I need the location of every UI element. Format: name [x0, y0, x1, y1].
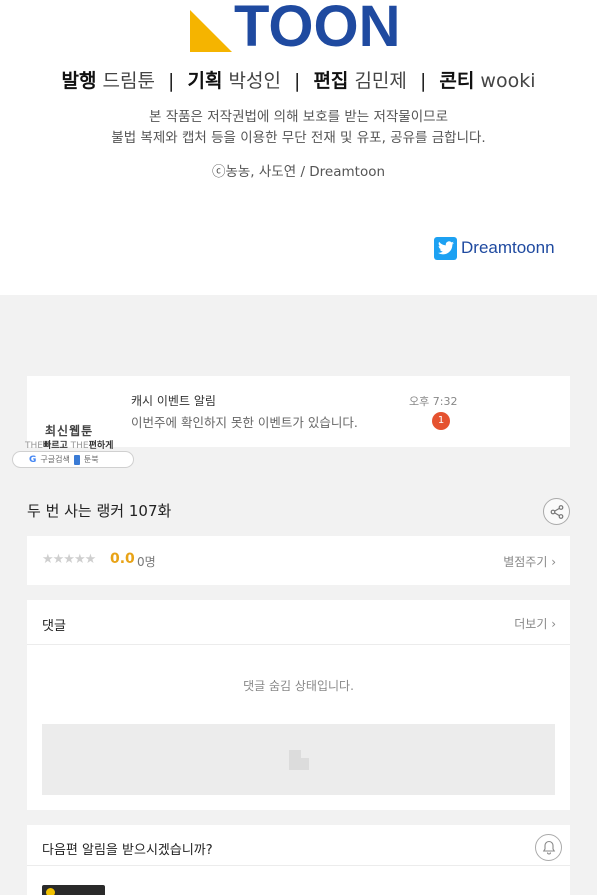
- logo-triangle-icon: [190, 10, 232, 52]
- brand-overlay: 최신웹툰 THE빠르고 THE편하게 G 구글검색 툰북: [12, 422, 134, 468]
- twitter-link[interactable]: Dreamtoonn: [434, 236, 555, 260]
- toonbook-label: 툰북: [83, 455, 99, 464]
- alert-question: 다음편 알림을 받으시겠습니까?: [42, 843, 213, 858]
- copyright-notice: 본 작품은 저작권법에 의해 보호를 받는 저작물이므로 불법 복제와 캡처 등…: [0, 107, 597, 149]
- staff-name: wooki: [480, 70, 536, 92]
- image-placeholder-icon: [288, 749, 309, 770]
- tagline-word: 편하게: [88, 441, 114, 451]
- brand-tagline: THE빠르고 THE편하게: [25, 438, 113, 451]
- ad-placeholder[interactable]: [42, 724, 555, 795]
- episode-title: 두 번 사는 랭커 107화: [27, 502, 172, 520]
- comments-header: 댓글 더보기 ›: [27, 600, 570, 645]
- staff-role: 기획: [187, 70, 223, 92]
- share-button[interactable]: [543, 498, 570, 525]
- notification-message: 이번주에 확인하지 못한 이벤트가 있습니다.: [131, 415, 358, 430]
- notice-line: 불법 복제와 캡처 등을 이용한 무단 전재 및 유포, 공유를 금합니다.: [111, 130, 486, 146]
- staff-name: 드림툰: [102, 70, 155, 92]
- google-search-label: 구글검색: [40, 455, 70, 464]
- brand-search-pill[interactable]: G 구글검색 툰북: [12, 451, 134, 468]
- rate-button[interactable]: 별점주기 ›: [503, 553, 556, 570]
- share-icon: [550, 504, 563, 519]
- staff-name: 박성인: [228, 70, 281, 92]
- rating-card: ★★★★★ 0.0 0명 별점주기 ›: [27, 536, 570, 585]
- logo-text: TOON: [234, 0, 401, 59]
- staff-name: 김민제: [354, 70, 407, 92]
- staff-role: 콘티: [439, 70, 475, 92]
- tagline-word: 빠르고: [42, 441, 68, 451]
- notification-title: 캐시 이벤트 알림: [131, 394, 216, 408]
- next-episode-alert: 다음편 알림을 받으시겠습니까?: [27, 825, 570, 895]
- comments-hidden-message: 댓글 숨김 상태입니다.: [243, 679, 354, 693]
- notification-badge: 1: [432, 412, 450, 430]
- bell-icon: [542, 840, 555, 855]
- staff-role: 발행: [61, 70, 97, 92]
- comments-more-link[interactable]: 더보기 ›: [514, 615, 556, 632]
- brand-name: 최신웹툰: [45, 424, 94, 438]
- notification-time: 오후 7:32: [409, 395, 458, 408]
- comments-card: 댓글 더보기 › 댓글 숨김 상태입니다.: [27, 600, 570, 810]
- copyright-line: ⓒ농농, 사도연 / Dreamtoon: [211, 164, 386, 180]
- subscribe-alert-button[interactable]: [535, 834, 562, 861]
- rating-count: 0명: [137, 555, 156, 569]
- twitter-handle: Dreamtoonn: [461, 238, 555, 257]
- staff-separator: |: [293, 70, 301, 92]
- staff-role: 편집: [313, 70, 349, 92]
- comments-title: 댓글: [42, 619, 66, 634]
- book-icon: [73, 454, 80, 465]
- google-icon: G: [29, 454, 37, 465]
- star-rating: ★★★★★: [42, 552, 96, 567]
- next-episode-thumbnail[interactable]: [42, 885, 105, 895]
- tagline-prefix: THE: [25, 441, 43, 451]
- rating-score: 0.0: [110, 551, 135, 567]
- tagline-prefix: THE: [70, 441, 89, 451]
- notice-line: 본 작품은 저작권법에 의해 보호를 받는 저작물이므로: [149, 109, 448, 125]
- staff-separator: |: [419, 70, 427, 92]
- twitter-icon: [434, 236, 457, 260]
- credits-page: TOON 발행 드림툰 | 기획 박성인 | 편집 김민제 | 콘티 wooki…: [0, 0, 597, 295]
- staff-credits: 발행 드림툰 | 기획 박성인 | 편집 김민제 | 콘티 wooki: [0, 66, 597, 93]
- staff-separator: |: [168, 70, 175, 92]
- alert-header: 다음편 알림을 받으시겠습니까?: [27, 825, 570, 866]
